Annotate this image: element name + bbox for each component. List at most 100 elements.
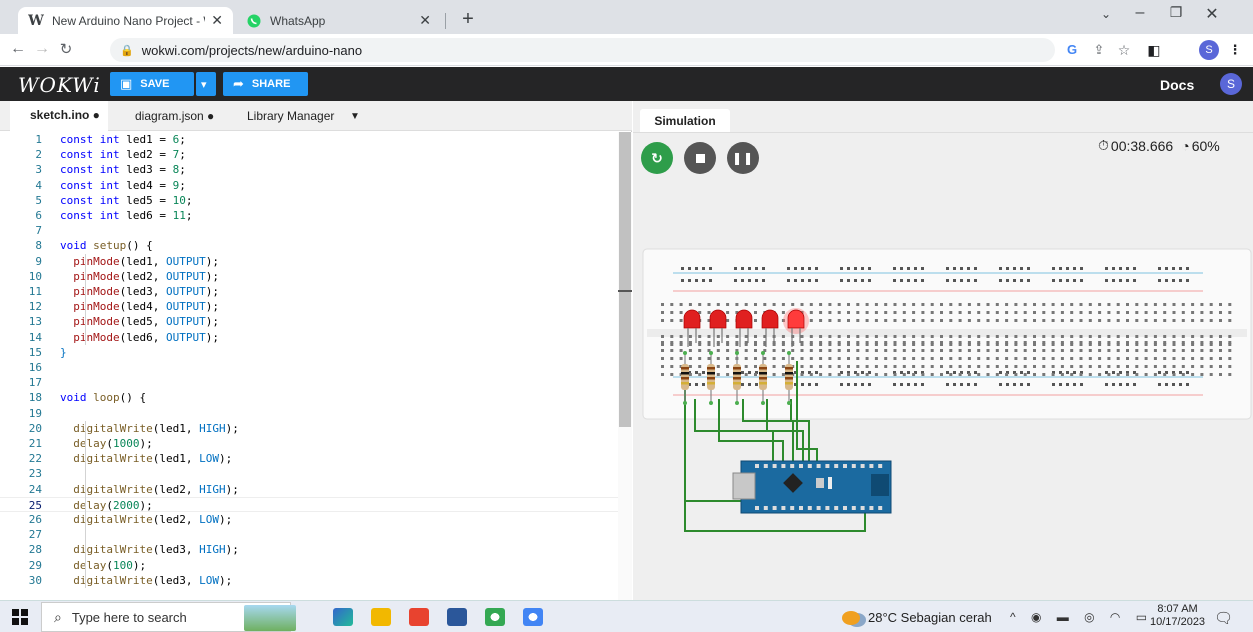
weather-widget[interactable]: 28°C Sebagian cerah <box>842 610 992 625</box>
code-line[interactable]: 29 delay(100); <box>0 558 618 573</box>
restore-button[interactable]: ❐ <box>1160 4 1192 21</box>
rail-hole <box>748 279 751 282</box>
terminal-hole <box>1079 335 1083 338</box>
weather-text: 28°C Sebagian cerah <box>868 610 992 625</box>
rail-hole <box>960 267 963 270</box>
share-page-icon[interactable]: ⇪ <box>1090 42 1108 58</box>
browser-menu-icon[interactable]: ⋮ <box>1226 42 1244 58</box>
code-token: (led3, <box>152 543 200 557</box>
terminal-hole <box>1042 365 1046 368</box>
docs-link[interactable]: Docs <box>1160 77 1194 93</box>
code-line[interactable]: 28 digitalWrite(led3, HIGH); <box>0 542 618 557</box>
code-line[interactable]: 6 const int led6 = 11; <box>0 208 618 223</box>
system-tray-icons[interactable]: ^ ◉ ▬ ◎ ◠ ▭ <box>1010 610 1153 624</box>
tab-close-icon[interactable]: ✕ <box>419 12 431 29</box>
new-tab-button[interactable]: + <box>455 8 481 31</box>
terminal-hole <box>1172 303 1176 306</box>
code-line[interactable]: 4 const int led4 = 9; <box>0 178 618 193</box>
code-line[interactable]: 7 <box>0 223 618 238</box>
chrome-icon[interactable] <box>485 608 505 626</box>
led-body <box>787 309 805 329</box>
windows-start-icon[interactable] <box>12 609 28 625</box>
code-line[interactable]: 16 <box>0 360 618 375</box>
terminal-hole <box>1033 303 1036 306</box>
browser-profile-avatar[interactable]: S <box>1199 40 1219 60</box>
code-line[interactable]: 1 const int led1 = 6; <box>0 132 618 147</box>
code-line[interactable]: 10 pinMode(led2, OUTPUT); <box>0 269 618 284</box>
terminal-hole <box>726 311 730 314</box>
back-button[interactable]: ← <box>8 40 28 58</box>
notification-icon[interactable]: 🗨 <box>1214 609 1233 627</box>
tab-close-icon[interactable]: ✕ <box>211 12 223 29</box>
tabs-menu-chevron-icon[interactable]: ▼ <box>350 101 360 131</box>
file-explorer-icon[interactable] <box>371 608 391 626</box>
chrome-profile-icon[interactable] <box>523 608 543 626</box>
tab-search-icon[interactable]: ⌄ <box>1090 7 1122 21</box>
edge-browser-icon[interactable] <box>333 608 353 626</box>
code-line[interactable]: 12 pinMode(led4, OUTPUT); <box>0 299 618 314</box>
office-icon[interactable] <box>409 608 429 626</box>
tab-library-manager[interactable]: Library Manager <box>232 101 342 131</box>
terminal-hole <box>977 349 981 352</box>
code-line[interactable]: 24 digitalWrite(led2, HIGH); <box>0 482 618 497</box>
code-token: const <box>60 193 100 207</box>
save-button[interactable]: ▣ SAVE <box>110 72 194 96</box>
code-line[interactable]: 23 <box>0 466 618 481</box>
terminal-hole <box>884 349 888 352</box>
save-dropdown-button[interactable]: ▾ <box>196 72 216 96</box>
code-line[interactable]: 25 delay(2000); <box>0 496 618 512</box>
tab-sketch-ino[interactable]: sketch.ino ● <box>10 101 108 131</box>
code-line[interactable]: 2 const int led2 = 7; <box>0 147 618 162</box>
rail-hole <box>1073 371 1076 374</box>
word-icon[interactable] <box>447 608 467 626</box>
code-line[interactable]: 18 void loop() { <box>0 390 618 405</box>
code-token: led4 = <box>126 178 173 192</box>
code-line[interactable]: 26 digitalWrite(led2, LOW); <box>0 512 618 527</box>
rail-hole <box>702 371 705 374</box>
address-bar[interactable]: 🔒 wokwi.com/projects/new/arduino-nano <box>110 38 1055 62</box>
rail-hole <box>815 279 818 282</box>
code-line[interactable]: 11 pinMode(led3, OUTPUT); <box>0 284 618 299</box>
terminal-hole <box>1107 311 1111 314</box>
wokwi-logo[interactable]: WOKWi <box>18 73 101 97</box>
minimize-button[interactable]: – <box>1124 4 1156 22</box>
arduino-nano-board[interactable] <box>732 460 892 514</box>
code-line[interactable]: 17 <box>0 375 618 390</box>
code-area[interactable]: 1 const int led1 = 6; 2 const int led2 = 7;… <box>0 132 618 600</box>
code-line[interactable]: 19 <box>0 406 618 421</box>
share-button[interactable]: ➦ SHARE <box>223 72 308 96</box>
reload-button[interactable]: ↻ <box>56 40 76 58</box>
tab-whatsapp[interactable]: WhatsApp ✕ <box>236 7 441 34</box>
tab-wokwi-project[interactable]: W New Arduino Nano Project - Wc ✕ <box>18 7 233 34</box>
wokwi-user-avatar[interactable]: S <box>1220 73 1242 95</box>
terminal-hole <box>1163 341 1167 344</box>
code-line[interactable]: 9 pinMode(led1, OUTPUT); <box>0 254 618 269</box>
code-line[interactable]: 22 digitalWrite(led1, LOW); <box>0 451 618 466</box>
code-line[interactable]: 13 pinMode(led5, OUTPUT); <box>0 314 618 329</box>
circuit-canvas[interactable] <box>633 131 1253 601</box>
code-line[interactable]: 3 const int led3 = 8; <box>0 162 618 177</box>
code-line[interactable]: 30 digitalWrite(led3, LOW); <box>0 573 618 588</box>
tab-simulation[interactable]: Simulation <box>640 109 730 133</box>
side-panel-icon[interactable]: ◧ <box>1145 42 1163 59</box>
code-line[interactable]: 5 const int led5 = 10; <box>0 193 618 208</box>
close-window-button[interactable]: ✕ <box>1196 4 1228 24</box>
taskbar-clock[interactable]: 8:07 AM 10/17/2023 <box>1150 603 1205 629</box>
line-number: 6 <box>35 209 42 222</box>
nano-pin <box>834 464 839 468</box>
code-line[interactable]: 27 <box>0 527 618 542</box>
bookmark-star-icon[interactable]: ☆ <box>1115 42 1133 59</box>
code-line[interactable]: 21 delay(1000); <box>0 436 618 451</box>
save-label: SAVE <box>140 78 170 90</box>
tab-diagram-json[interactable]: diagram.json ● <box>120 101 220 131</box>
code-line[interactable]: 8 void setup() { <box>0 238 618 253</box>
terminal-hole <box>958 303 962 306</box>
terminal-hole <box>688 365 692 368</box>
code-line[interactable]: 15} <box>0 345 618 360</box>
forward-button[interactable]: → <box>32 40 52 58</box>
code-line[interactable]: 20 digitalWrite(led1, HIGH); <box>0 421 618 436</box>
google-icon[interactable]: G <box>1063 42 1081 57</box>
terminal-hole <box>856 341 860 344</box>
editor-scrollbar-thumb[interactable] <box>619 132 631 427</box>
code-line[interactable]: 14 pinMode(led6, OUTPUT); <box>0 330 618 345</box>
